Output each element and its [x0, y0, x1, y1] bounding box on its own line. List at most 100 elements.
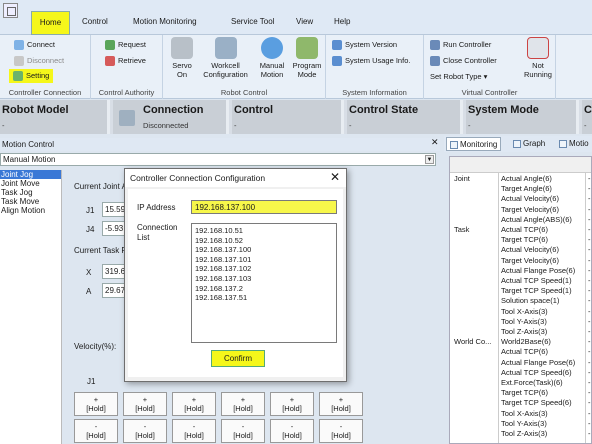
- row-value: -: [588, 327, 591, 336]
- j3-plus-button[interactable]: + [Hold]: [172, 392, 216, 416]
- j5-plus-button[interactable]: + [Hold]: [270, 392, 314, 416]
- table-row[interactable]: Tool Z-Axis(3) -: [450, 429, 591, 439]
- list-item[interactable]: 192.168.137.103: [195, 274, 333, 284]
- setting-button[interactable]: Setting: [9, 69, 54, 84]
- table-row[interactable]: Target Velocity(6) -: [450, 256, 591, 266]
- row-name: Solution space(1): [501, 296, 560, 306]
- run-controller-button[interactable]: Run Controller: [430, 40, 491, 51]
- list-item-joint-move[interactable]: Joint Move: [0, 179, 61, 188]
- menu-bar: Home Control Motion Monitoring Service T…: [0, 0, 592, 35]
- table-row[interactable]: Actual TCP Speed(1) -: [450, 276, 591, 286]
- menu-control[interactable]: Control: [82, 17, 108, 26]
- table-row[interactable]: Actual TCP Speed(6) -: [450, 368, 591, 378]
- row-value: -: [588, 245, 591, 255]
- table-row[interactable]: Tool Z-Axis(3) -: [450, 327, 591, 337]
- app-menu-icon[interactable]: [3, 3, 18, 18]
- list-item-task-move[interactable]: Task Move: [0, 197, 61, 206]
- table-row[interactable]: World Co... World2Base(6) -: [450, 337, 591, 347]
- table-row[interactable]: Actual Velocity(6) -: [450, 194, 591, 204]
- setting-icon: [13, 71, 23, 82]
- retrieve-button[interactable]: Retrieve: [105, 56, 146, 67]
- list-item[interactable]: 192.168.137.51: [195, 293, 333, 303]
- table-row[interactable]: Tool X-Axis(3) -: [450, 409, 591, 419]
- workcell-configuration-button[interactable]: Workcell Configuration: [198, 37, 253, 79]
- close-controller-button[interactable]: Close Controller: [430, 56, 497, 67]
- row-value: -: [588, 184, 591, 194]
- group-title: Virtual Controller: [461, 88, 518, 97]
- table-row[interactable]: Target TCP Speed(1) -: [450, 286, 591, 296]
- program-mode-button[interactable]: Program Mode: [290, 37, 324, 79]
- manual-motion-button[interactable]: Manual Motion: [255, 37, 289, 79]
- j4-plus-button[interactable]: + [Hold]: [221, 392, 265, 416]
- j1-minus-button[interactable]: - [Hold]: [74, 419, 118, 443]
- list-item[interactable]: 192.168.137.100: [195, 245, 333, 255]
- table-row[interactable]: Tool X-Axis(3) -: [450, 307, 591, 317]
- j5-minus-button[interactable]: - [Hold]: [270, 419, 314, 443]
- table-row[interactable]: Target TCP(6) -: [450, 235, 591, 245]
- tab-monitoring[interactable]: Monitoring: [446, 137, 502, 151]
- menu-help[interactable]: Help: [334, 17, 350, 26]
- j2-minus-button[interactable]: - [Hold]: [123, 419, 167, 443]
- table-row[interactable]: Target Angle(6) -: [450, 184, 591, 194]
- j6-minus-button[interactable]: - [Hold]: [319, 419, 363, 443]
- disconnect-button[interactable]: Disconnect: [14, 56, 64, 67]
- row-value: -: [588, 378, 591, 387]
- menu-view[interactable]: View: [296, 17, 313, 26]
- menu-service-tool[interactable]: Service Tool: [231, 17, 274, 26]
- table-row[interactable]: Joint Actual Angle(6) -: [450, 174, 591, 184]
- set-robot-type-dropdown[interactable]: Set Robot Type ▾: [430, 72, 487, 81]
- ip-address-input[interactable]: 192.168.137.100: [191, 200, 337, 214]
- table-row[interactable]: Tool Y-Axis(3) -: [450, 419, 591, 429]
- system-version-button[interactable]: System Version: [332, 40, 397, 51]
- table-row[interactable]: Tool Y-Axis(3) -: [450, 316, 591, 327]
- tab-graph[interactable]: Graph: [510, 137, 548, 151]
- list-item-joint-jog[interactable]: Joint Jog: [0, 170, 61, 179]
- table-row[interactable]: Actual Flange Pose(6) -: [450, 266, 591, 276]
- monitoring-tabs: Monitoring Graph Motio: [444, 136, 592, 152]
- table-row[interactable]: Target TCP Speed(6) -: [450, 398, 591, 408]
- group-title: Robot Control: [220, 88, 268, 97]
- table-row[interactable]: Actual Angle(ABS)(6) -: [450, 215, 591, 225]
- row-name: Target TCP Speed(1): [501, 286, 572, 296]
- status-control: Control -: [232, 100, 344, 134]
- row-group: World Co...: [454, 337, 492, 347]
- request-button[interactable]: Request: [105, 40, 146, 51]
- menu-motion-monitoring[interactable]: Motion Monitoring: [133, 17, 197, 26]
- confirm-button[interactable]: Confirm: [211, 350, 265, 367]
- table-row[interactable]: Actual TCP(6) -: [450, 347, 591, 357]
- motion-mode-select[interactable]: Manual Motion ▼: [0, 153, 436, 166]
- list-item[interactable]: 192.168.10.52: [195, 236, 333, 246]
- table-row[interactable]: Ext.Force(Task)(6) -: [450, 378, 591, 388]
- connection-list[interactable]: 192.168.10.51 192.168.10.52 192.168.137.…: [191, 223, 337, 343]
- row-value: -: [588, 194, 591, 204]
- j3-minus-button[interactable]: - [Hold]: [172, 419, 216, 443]
- close-icon[interactable]: ✕: [431, 137, 439, 148]
- j1-plus-button[interactable]: + [Hold]: [74, 392, 118, 416]
- ribbon: Connect Disconnect Setting Controller Co…: [0, 35, 592, 99]
- system-usage-button[interactable]: System Usage Info.: [332, 56, 410, 67]
- connect-button[interactable]: Connect: [14, 40, 55, 51]
- j6-plus-button[interactable]: + [Hold]: [319, 392, 363, 416]
- list-item-task-jog[interactable]: Task Jog: [0, 188, 61, 197]
- tab-motion[interactable]: Motio: [556, 137, 592, 151]
- table-row[interactable]: Actual Velocity(6) -: [450, 245, 591, 255]
- table-row[interactable]: Target Velocity(6) -: [450, 205, 591, 215]
- row-name: Tool Y-Axis(3): [501, 316, 547, 326]
- table-row[interactable]: Actual Flange Pose(6) -: [450, 358, 591, 368]
- list-item[interactable]: 192.168.137.102: [195, 264, 333, 274]
- list-item[interactable]: 192.168.137.101: [195, 255, 333, 265]
- j4-minus-button[interactable]: - [Hold]: [221, 419, 265, 443]
- table-row[interactable]: Solution space(1) -: [450, 296, 591, 306]
- grid-header: [450, 157, 591, 173]
- j2-plus-button[interactable]: + [Hold]: [123, 392, 167, 416]
- list-item[interactable]: 192.168.137.2: [195, 284, 333, 294]
- list-item[interactable]: 192.168.10.51: [195, 226, 333, 236]
- list-item-align-motion[interactable]: Align Motion: [0, 206, 61, 215]
- table-row[interactable]: Target TCP(6) -: [450, 388, 591, 398]
- menu-home[interactable]: Home: [31, 11, 70, 35]
- row-name: Target TCP(6): [501, 388, 548, 398]
- table-row[interactable]: Task Actual TCP(6) -: [450, 225, 591, 235]
- servo-on-button[interactable]: Servo On: [168, 37, 196, 79]
- row-value: -: [588, 388, 591, 398]
- close-icon[interactable]: ✕: [330, 170, 340, 184]
